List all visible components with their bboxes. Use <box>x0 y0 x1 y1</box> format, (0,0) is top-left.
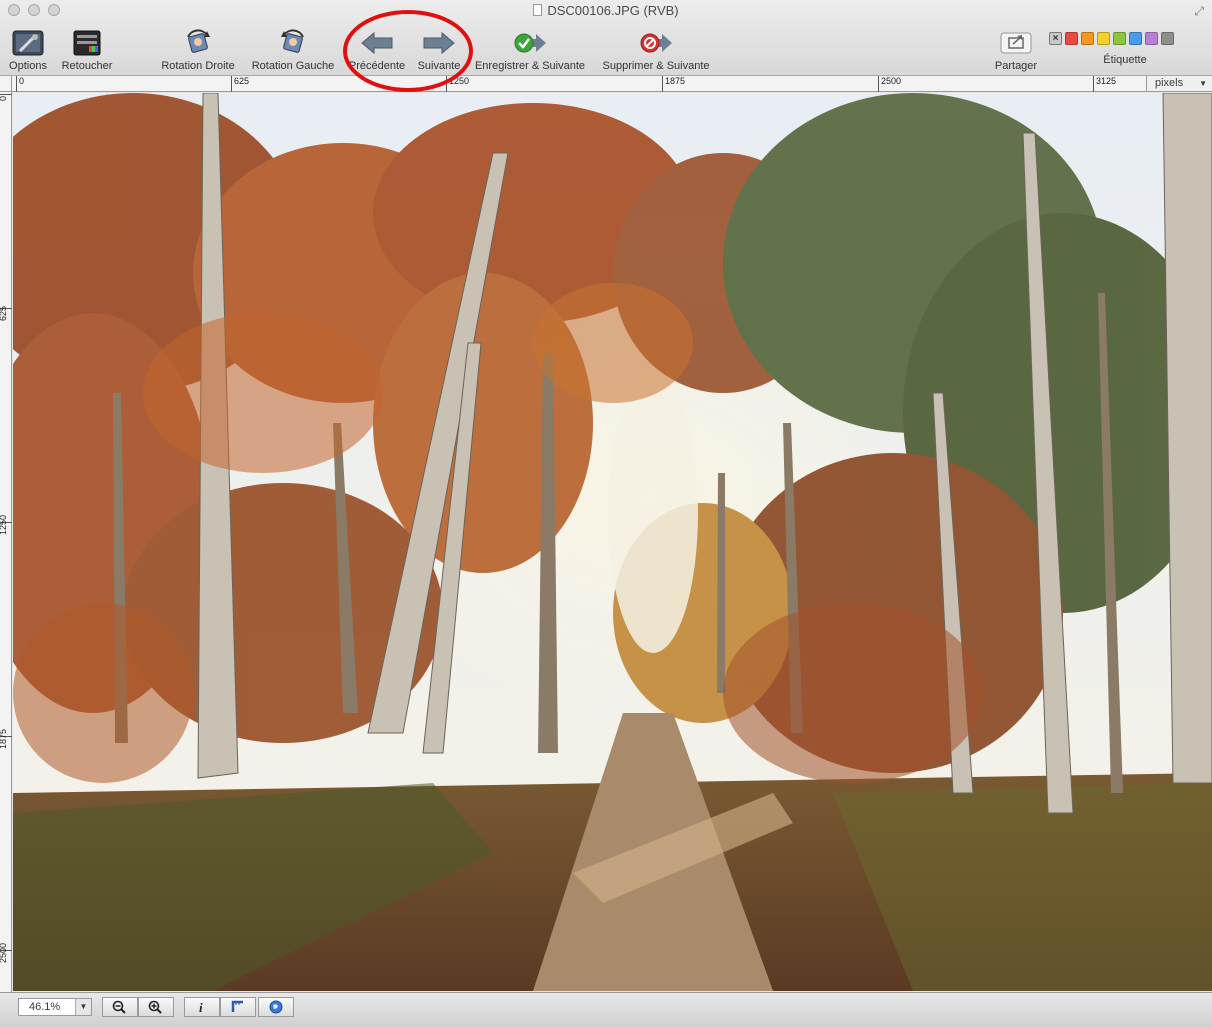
ruler-tick-left: 0 <box>0 94 12 101</box>
image-canvas <box>13 93 1212 991</box>
rotation-droite-label: Rotation Droite <box>161 60 235 72</box>
ruler-units-value: pixels <box>1155 77 1184 89</box>
supprimer-suivante-button[interactable]: Supprimer & Suivante <box>598 28 714 72</box>
suivante-button[interactable]: Suivante <box>414 28 464 72</box>
etiquette-group: Étiquette <box>1090 52 1160 66</box>
options-icon <box>12 30 44 56</box>
enregistrer-label: Enregistrer & Suivante <box>474 60 586 72</box>
document-icon <box>533 4 543 16</box>
retoucher-label: Retoucher <box>61 60 113 72</box>
ruler-tick: 2500 <box>878 76 901 92</box>
suivante-label: Suivante <box>417 60 461 72</box>
chevron-down-icon[interactable]: ▼ <box>75 999 91 1015</box>
ruler-tick: 0 <box>0 96 8 101</box>
label-color-swatches: × <box>1049 32 1174 45</box>
svg-text:i: i <box>199 1000 203 1014</box>
arrow-left-icon <box>361 31 393 55</box>
share-icon <box>1000 32 1032 54</box>
zoom-out-button[interactable] <box>102 997 138 1017</box>
zoom-out-icon <box>112 1000 126 1014</box>
partager-button[interactable]: Partager <box>992 28 1040 72</box>
ruler-tick: 3125 <box>1093 76 1116 92</box>
options-button[interactable]: Options <box>6 28 50 72</box>
ruler-tick: 1875 <box>0 728 8 749</box>
vertical-ruler: 0 625 1250 1875 2500 <box>0 92 12 992</box>
rotation-gauche-button[interactable]: Rotation Gauche <box>248 28 338 72</box>
horizontal-ruler: 0 625 1250 1875 2500 3125 <box>12 76 1212 92</box>
rotation-gauche-label: Rotation Gauche <box>251 60 335 72</box>
ruler-tick-left: 1250 <box>0 515 12 535</box>
rotation-droite-button[interactable]: Rotation Droite <box>155 28 241 72</box>
ruler-tick: 0 <box>16 76 24 92</box>
ruler-tick: 2500 <box>0 942 8 963</box>
globe-icon <box>269 1000 283 1014</box>
label-blue-swatch[interactable] <box>1129 32 1142 45</box>
precedente-button[interactable]: Précédente <box>346 28 408 72</box>
zoom-value: 46.1% <box>29 1001 61 1013</box>
fullscreen-icon[interactable]: ⤢ <box>1194 4 1204 19</box>
ruler-toggle-button[interactable] <box>220 997 256 1017</box>
label-orange-swatch[interactable] <box>1081 32 1094 45</box>
rotate-right-icon <box>187 29 210 53</box>
label-purple-swatch[interactable] <box>1145 32 1158 45</box>
preview-window: DSC00106.JPG (RVB) ⤢ Options Retoucher R… <box>0 0 1212 1027</box>
delete-next-icon <box>640 33 672 53</box>
partager-label: Partager <box>994 60 1038 72</box>
supprimer-label: Supprimer & Suivante <box>602 60 710 72</box>
etiquette-label: Étiquette <box>1103 54 1147 66</box>
label-red-swatch[interactable] <box>1065 32 1078 45</box>
ruler-tick: 1875 <box>662 76 685 92</box>
info-icon: i <box>199 1000 203 1014</box>
zoom-field[interactable]: 46.1% ▼ <box>18 998 92 1016</box>
ruler-tick: 625 <box>0 305 8 321</box>
retoucher-button[interactable]: Retoucher <box>58 28 116 72</box>
enregistrer-suivante-button[interactable]: Enregistrer & Suivante <box>470 28 590 72</box>
ruler-tick: 625 <box>231 76 249 92</box>
window-title: DSC00106.JPG (RVB) <box>0 3 1212 18</box>
bottom-toolbar: 46.1% ▼ i <box>0 992 1212 1027</box>
rotate-left-icon <box>281 29 304 53</box>
label-green-swatch[interactable] <box>1113 32 1126 45</box>
label-yellow-swatch[interactable] <box>1097 32 1110 45</box>
precedente-label: Précédente <box>348 60 406 72</box>
ruler-tick-left: 2500 <box>0 943 12 963</box>
label-clear-button[interactable]: × <box>1049 32 1062 45</box>
title-bar: DSC00106.JPG (RVB) ⤢ Options Retoucher R… <box>0 0 1212 76</box>
save-next-icon <box>514 33 546 53</box>
toolbar: Options Retoucher Rotation Droite Rotati… <box>0 22 1212 76</box>
chevron-down-icon: ▼ <box>1199 79 1207 88</box>
location-button[interactable] <box>258 997 294 1017</box>
ruler-tick-left: 1875 <box>0 729 12 749</box>
ruler-tick-left: 625 <box>0 306 12 321</box>
ruler-corner <box>0 76 12 92</box>
label-gray-swatch[interactable] <box>1161 32 1174 45</box>
zoom-in-button[interactable] <box>138 997 174 1017</box>
forest-photo <box>13 93 1212 991</box>
adjust-icon <box>73 30 101 56</box>
zoom-in-icon <box>148 1000 162 1014</box>
ruler-units-select[interactable]: pixels ▼ <box>1146 76 1212 92</box>
arrow-right-icon <box>423 31 455 55</box>
options-label: Options <box>9 60 47 72</box>
ruler-tick: 1250 <box>446 76 469 92</box>
info-button[interactable]: i <box>184 997 220 1017</box>
window-title-text: DSC00106.JPG (RVB) <box>547 3 679 18</box>
ruler-icon <box>231 1000 243 1012</box>
ruler-tick: 1250 <box>0 514 8 535</box>
